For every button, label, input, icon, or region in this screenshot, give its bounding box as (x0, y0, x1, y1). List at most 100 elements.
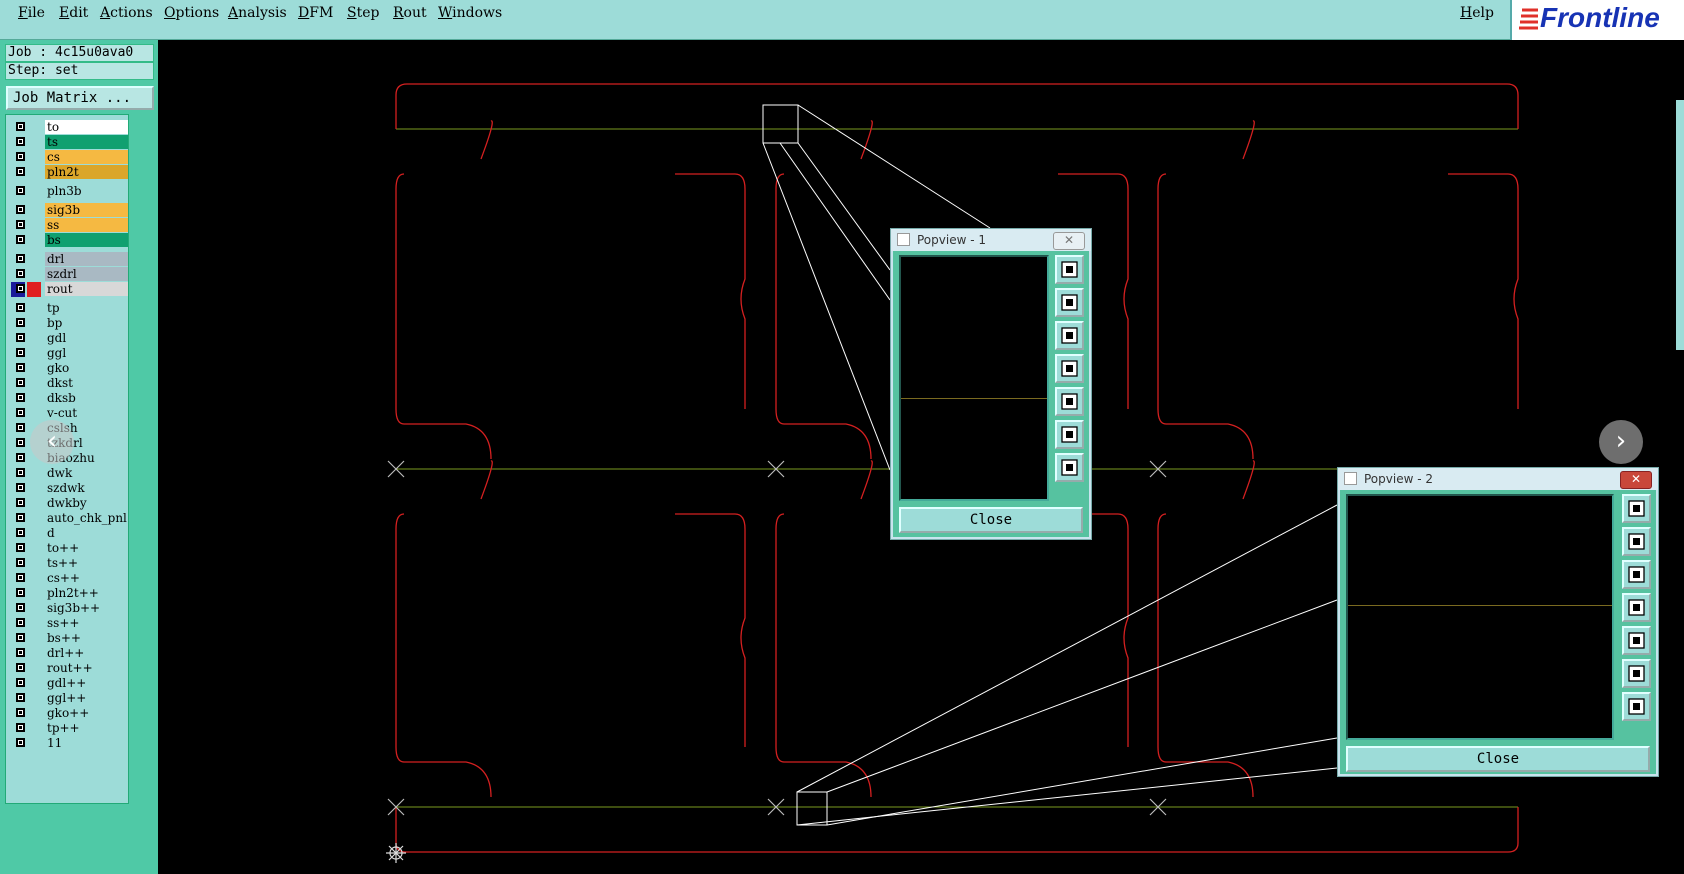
prev-image-button[interactable]: ‹ (30, 420, 74, 464)
close-icon[interactable]: ✕ (1053, 232, 1085, 250)
close-icon[interactable]: ✕ (1620, 471, 1652, 489)
layer-checkbox[interactable] (16, 648, 25, 657)
layer-row[interactable]: drl (10, 252, 128, 267)
layer-row[interactable]: ts++ (10, 556, 128, 571)
layer-checkbox[interactable] (16, 152, 25, 161)
job-matrix-button[interactable]: Job Matrix ... (6, 86, 154, 110)
zoom-up-icon[interactable] (1055, 288, 1084, 317)
layer-checkbox[interactable] (16, 498, 25, 507)
layer-row[interactable]: rout (10, 282, 128, 297)
layer-row[interactable]: pln3b (10, 184, 128, 199)
menu-step[interactable]: Step (347, 5, 379, 21)
layer-row[interactable]: gdl++ (10, 676, 128, 691)
zoom-up-icon[interactable] (1622, 527, 1651, 556)
layer-checkbox[interactable] (16, 167, 25, 176)
layer-row[interactable]: bp (10, 316, 128, 331)
layer-row[interactable]: pln2t (10, 165, 128, 180)
center-icon[interactable] (1055, 453, 1084, 482)
layer-row[interactable]: gko (10, 361, 128, 376)
popview-close-button[interactable]: Close (899, 507, 1083, 533)
layer-row[interactable]: dkst (10, 376, 128, 391)
menu-help[interactable]: Help (1460, 5, 1494, 21)
layer-checkbox[interactable] (16, 723, 25, 732)
layer-checkbox[interactable] (16, 205, 25, 214)
layer-row[interactable]: cs (10, 150, 128, 165)
layer-row[interactable]: ts (10, 135, 128, 150)
layer-checkbox[interactable] (16, 318, 25, 327)
menu-dfm[interactable]: DFM (298, 5, 333, 21)
layer-checkbox[interactable] (16, 348, 25, 357)
layer-checkbox[interactable] (16, 303, 25, 312)
layer-row[interactable]: gdl (10, 331, 128, 346)
layer-checkbox[interactable] (16, 284, 25, 293)
popview-viewport[interactable] (899, 255, 1049, 501)
layer-checkbox[interactable] (16, 693, 25, 702)
layer-checkbox[interactable] (16, 122, 25, 131)
layer-checkbox[interactable] (16, 468, 25, 477)
layer-row[interactable]: sig3b (10, 203, 128, 218)
popview-close-button[interactable]: Close (1346, 746, 1650, 772)
layer-row[interactable]: pln2t++ (10, 586, 128, 601)
pan-left-icon[interactable] (1055, 354, 1084, 383)
layer-row[interactable]: bs++ (10, 631, 128, 646)
fit-icon[interactable] (1622, 494, 1651, 523)
layer-checkbox[interactable] (16, 333, 25, 342)
layer-checkbox[interactable] (16, 363, 25, 372)
zoom-down-icon[interactable] (1622, 560, 1651, 589)
layer-checkbox[interactable] (16, 269, 25, 278)
menu-options[interactable]: Options (164, 5, 219, 21)
layer-row[interactable]: dksb (10, 391, 128, 406)
layer-row[interactable]: ss++ (10, 616, 128, 631)
layer-row[interactable]: drl++ (10, 646, 128, 661)
layer-checkbox[interactable] (16, 738, 25, 747)
layer-row[interactable]: auto_chk_pnl (10, 511, 128, 526)
layer-checkbox[interactable] (16, 708, 25, 717)
layer-row[interactable]: szdwk (10, 481, 128, 496)
layer-row[interactable]: cs++ (10, 571, 128, 586)
layer-checkbox[interactable] (16, 393, 25, 402)
layer-checkbox[interactable] (16, 513, 25, 522)
pan-left-icon[interactable] (1622, 593, 1651, 622)
layer-row[interactable]: bs (10, 233, 128, 248)
layer-row[interactable]: d (10, 526, 128, 541)
menu-file[interactable]: File (18, 5, 45, 21)
layer-row[interactable]: dwkby (10, 496, 128, 511)
layer-checkbox[interactable] (16, 438, 25, 447)
fit-icon[interactable] (1055, 255, 1084, 284)
layer-row[interactable]: dwk (10, 466, 128, 481)
next-image-button[interactable]: › (1599, 420, 1643, 464)
layer-checkbox[interactable] (16, 254, 25, 263)
layer-checkbox[interactable] (16, 573, 25, 582)
layer-checkbox[interactable] (16, 528, 25, 537)
layer-row[interactable]: v-cut (10, 406, 128, 421)
layer-checkbox[interactable] (16, 678, 25, 687)
zoom-fit-icon[interactable] (1055, 420, 1084, 449)
layer-checkbox[interactable] (16, 235, 25, 244)
menu-edit[interactable]: Edit (59, 5, 88, 21)
layer-checkbox[interactable] (16, 588, 25, 597)
zoom-fit-icon[interactable] (1622, 659, 1651, 688)
layer-checkbox[interactable] (16, 453, 25, 462)
layer-checkbox[interactable] (16, 186, 25, 195)
layer-checkbox[interactable] (16, 423, 25, 432)
layer-checkbox[interactable] (16, 408, 25, 417)
menu-actions[interactable]: Actions (100, 5, 153, 21)
layer-row[interactable]: ss (10, 218, 128, 233)
center-icon[interactable] (1622, 692, 1651, 721)
layer-checkbox[interactable] (16, 543, 25, 552)
layer-checkbox[interactable] (16, 603, 25, 612)
pan-right-icon[interactable] (1055, 387, 1084, 416)
zoom-down-icon[interactable] (1055, 321, 1084, 350)
layer-row[interactable]: to++ (10, 541, 128, 556)
layer-row[interactable]: sig3b++ (10, 601, 128, 616)
layer-checkbox[interactable] (16, 483, 25, 492)
layer-row[interactable]: to (10, 120, 128, 135)
layer-checkbox[interactable] (16, 378, 25, 387)
layer-row[interactable]: szdrl (10, 267, 128, 282)
layer-row[interactable]: rout++ (10, 661, 128, 676)
layer-row[interactable]: tp++ (10, 721, 128, 736)
layer-checkbox[interactable] (16, 663, 25, 672)
pan-right-icon[interactable] (1622, 626, 1651, 655)
layer-checkbox[interactable] (16, 618, 25, 627)
popview-viewport[interactable] (1346, 494, 1614, 740)
